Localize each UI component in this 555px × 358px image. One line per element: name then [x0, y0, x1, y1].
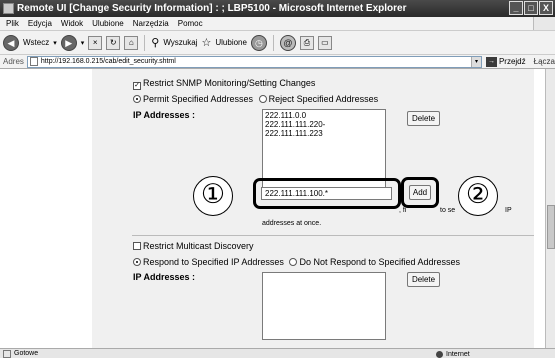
- address-bar: Adres http://192.168.0.215/cab/edit_secu…: [0, 54, 555, 69]
- search-label[interactable]: Wyszukaj: [163, 38, 197, 47]
- list-item[interactable]: 222.111.111.220-222.111.111.223: [265, 120, 383, 138]
- globe-icon: [436, 350, 443, 358]
- multicast-restrict-label: Restrict Multicast Discovery: [143, 241, 254, 251]
- add-highlight-frame: [401, 177, 439, 208]
- windows-flag-icon: [533, 17, 555, 30]
- vertical-scrollbar[interactable]: [545, 69, 555, 348]
- ie-app-icon: [3, 3, 14, 14]
- snmp-restrict-checkbox[interactable]: ✓: [133, 82, 141, 90]
- multicast-restrict-checkbox[interactable]: [133, 242, 141, 250]
- search-icon[interactable]: ⚲: [151, 36, 159, 49]
- input-highlight-frame: [253, 178, 401, 209]
- zone-label: Internet: [446, 350, 470, 358]
- chevron-down-icon[interactable]: ▾: [470, 56, 481, 67]
- edit-icon[interactable]: ▭: [317, 35, 332, 50]
- multicast-delete-button[interactable]: Delete: [407, 272, 440, 287]
- snmp-hint-frag1: , fi: [399, 207, 407, 214]
- callout-two: ②: [458, 176, 498, 216]
- snmp-permit-label: Permit Specified Addresses: [143, 94, 254, 104]
- menu-file[interactable]: Plik: [6, 19, 19, 28]
- status-bar: Gotowe Internet: [0, 348, 555, 358]
- list-item[interactable]: 222.111.0.0: [265, 111, 383, 120]
- go-arrow-icon: →: [485, 56, 497, 67]
- address-input[interactable]: http://192.168.0.215/cab/edit_security.s…: [26, 55, 482, 68]
- scrollbar-thumb[interactable]: [547, 205, 555, 249]
- address-url[interactable]: http://192.168.0.215/cab/edit_security.s…: [41, 58, 176, 65]
- history-icon[interactable]: ◷: [250, 34, 267, 51]
- multicast-respond-label: Respond to Specified IP Addresses: [143, 257, 284, 267]
- snmp-restrict-label: Restrict SNMP Monitoring/Setting Changes: [143, 78, 316, 88]
- go-label: Przejdź: [498, 57, 526, 66]
- menu-tools[interactable]: Narzędzia: [133, 19, 169, 28]
- print-icon[interactable]: ⎙: [299, 35, 314, 50]
- favorites-star-icon[interactable]: ☆: [201, 36, 211, 49]
- multicast-ip-label: IP Addresses :: [133, 272, 196, 282]
- minimize-button[interactable]: _: [509, 1, 523, 15]
- toolbar: ◀ Wstecz ▾ ▶ ▾ × ↻ ⌂ ⚲ Wyszukaj ☆ Ulubio…: [0, 30, 555, 54]
- multicast-restrict-row[interactable]: Restrict Multicast Discovery: [133, 241, 254, 251]
- status-text: Gotowe: [14, 350, 39, 357]
- favorites-label[interactable]: Ulubione: [215, 38, 247, 47]
- security-zone: Internet: [436, 349, 470, 358]
- stop-icon[interactable]: ×: [88, 35, 103, 50]
- toolbar-separator: [144, 34, 146, 51]
- maximize-button[interactable]: □: [524, 1, 538, 15]
- back-arrow-icon[interactable]: ◀: [3, 34, 19, 51]
- page-status-icon: [3, 349, 11, 358]
- multicast-respond-radio[interactable]: [133, 258, 141, 266]
- multicast-ip-listbox[interactable]: [262, 272, 386, 340]
- links-label[interactable]: Łącza: [534, 57, 555, 66]
- multicast-no-respond-label: Do Not Respond to Specified Addresses: [299, 257, 461, 267]
- address-label: Adres: [3, 57, 24, 66]
- menu-bar: Plik Edycja Widok Ulubione Narzędzia Pom…: [0, 17, 555, 30]
- snmp-restrict-row[interactable]: ✓ Restrict SNMP Monitoring/Setting Change…: [133, 78, 315, 90]
- home-icon[interactable]: ⌂: [124, 35, 139, 50]
- mail-icon[interactable]: @: [279, 34, 296, 51]
- snmp-reject-label: Reject Specified Addresses: [268, 94, 379, 104]
- window-title: Remote UI [Change Security Information] …: [17, 3, 407, 14]
- snmp-hint-line2: addresses at once.: [262, 220, 322, 227]
- go-button[interactable]: → Przejdź: [485, 56, 526, 67]
- multicast-no-respond-radio[interactable]: [289, 258, 298, 266]
- menu-view[interactable]: Widok: [61, 19, 83, 28]
- menu-favorites[interactable]: Ulubione: [92, 19, 124, 28]
- snmp-hint-frag3: IP: [505, 207, 512, 214]
- page-icon: [29, 57, 38, 66]
- snmp-delete-button[interactable]: Delete: [407, 111, 440, 126]
- page-content: ✓ Restrict SNMP Monitoring/Setting Change…: [0, 69, 545, 348]
- callout-one: ①: [193, 176, 233, 216]
- back-dropdown-icon[interactable]: ▾: [53, 39, 57, 47]
- snmp-reject-radio[interactable]: [258, 95, 267, 103]
- menu-edit[interactable]: Edycja: [28, 19, 52, 28]
- forward-dropdown-icon[interactable]: ▾: [81, 39, 85, 47]
- section-divider: [132, 235, 534, 236]
- snmp-radio-row: Permit Specified Addresses Reject Specif…: [133, 94, 378, 104]
- toolbar-separator: [272, 34, 274, 51]
- forward-arrow-icon[interactable]: ▶: [60, 34, 77, 51]
- back-label[interactable]: Wstecz: [23, 38, 49, 47]
- snmp-ip-label: IP Addresses :: [133, 110, 196, 120]
- snmp-permit-radio[interactable]: [133, 95, 141, 103]
- menu-help[interactable]: Pomoc: [178, 19, 203, 28]
- title-bar: Remote UI [Change Security Information] …: [0, 0, 555, 17]
- snmp-hint-frag2: to se: [440, 207, 456, 214]
- multicast-radio-row: Respond to Specified IP Addresses Do Not…: [133, 257, 460, 267]
- refresh-icon[interactable]: ↻: [106, 35, 121, 50]
- close-button[interactable]: X: [539, 1, 553, 15]
